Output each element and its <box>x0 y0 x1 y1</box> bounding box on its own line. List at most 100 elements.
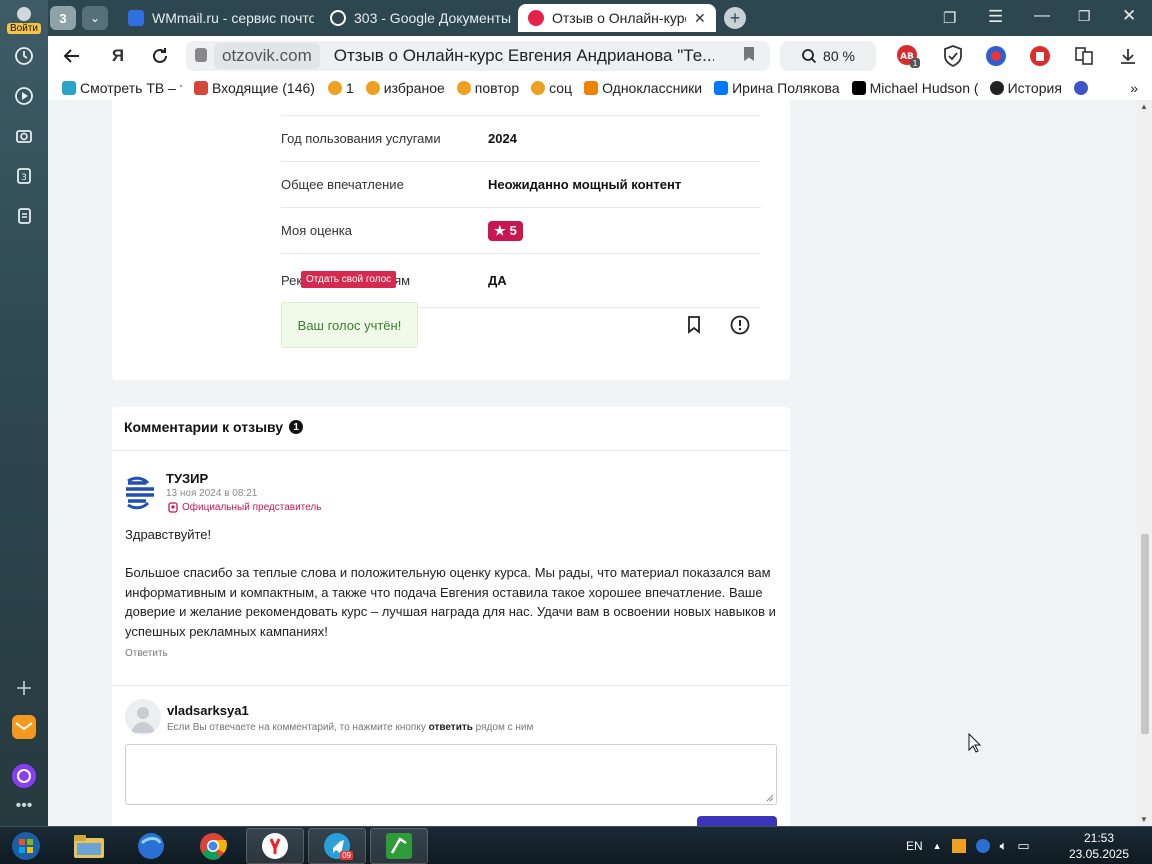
bookmark-item[interactable]: избраное <box>365 80 445 96</box>
bookmark-item[interactable]: 1 <box>328 80 354 96</box>
network-icon[interactable]: ▭ <box>1017 838 1029 854</box>
vpn-extension-icon[interactable] <box>984 44 1008 68</box>
chrome-icon[interactable] <box>184 828 242 864</box>
tab-wmmail[interactable]: WMmail.ru - сервис почто <box>118 4 314 32</box>
bookmarks-panel-icon[interactable]: ❐ <box>943 9 956 27</box>
folder-icon <box>531 81 546 95</box>
avatar[interactable] <box>124 475 160 511</box>
tab-bar: 3 ⌄ WMmail.ru - сервис почто 303 - Googl… <box>48 0 1152 36</box>
login-label: Войти <box>7 22 41 34</box>
scrollbar-thumb[interactable] <box>1141 534 1149 734</box>
comment-body: Большое спасибо за теплые слова и положи… <box>125 565 776 639</box>
adblock-extension-icon[interactable]: AB 1 <box>896 44 920 68</box>
hint-text-end: рядом с ним <box>472 722 534 733</box>
shield-icon[interactable] <box>941 44 965 68</box>
bookmark-item[interactable]: Ирина Полякова <box>714 80 840 96</box>
bookmark-item[interactable]: повтор <box>456 80 519 96</box>
bookmark-item[interactable]: Входящие (146) - <box>194 80 316 96</box>
notes-icon[interactable] <box>10 202 38 230</box>
telegram-icon[interactable]: 09 <box>308 828 366 864</box>
zoom-indicator[interactable]: 80 % <box>780 41 876 71</box>
mail-icon[interactable] <box>10 713 38 741</box>
bookmark-item[interactable]: Michael Hudson (@ <box>851 80 978 96</box>
yandex-browser-icon[interactable] <box>246 828 304 864</box>
internet-explorer-icon[interactable] <box>122 828 180 864</box>
bookmark-item[interactable]: соц <box>531 80 572 96</box>
hint-text: Если Вы отвечаете на комментарий, то наж… <box>167 722 429 733</box>
folder-icon <box>456 81 471 95</box>
bookmark-item[interactable]: Смотреть ТВ – те <box>62 80 182 96</box>
restore-icon[interactable]: ❐ <box>1078 8 1091 25</box>
scroll-up-icon[interactable]: ▲ <box>1140 102 1148 111</box>
close-tab-icon[interactable]: ✕ <box>694 10 706 27</box>
minimize-icon[interactable]: — <box>1034 7 1050 25</box>
tv-icon <box>62 81 76 95</box>
back-icon[interactable] <box>60 44 84 68</box>
resize-handle-icon[interactable] <box>766 794 774 802</box>
divider <box>112 685 790 686</box>
bookmark-label: Одноклассники <box>602 80 703 96</box>
chevron-down-icon[interactable]: ⌄ <box>82 6 108 30</box>
bookmark-icon[interactable] <box>684 315 704 335</box>
divider <box>112 450 790 451</box>
folder-icon <box>365 81 380 95</box>
scroll-down-icon[interactable]: ▼ <box>1140 815 1148 824</box>
extension-icon[interactable] <box>1073 81 1088 95</box>
more-icon[interactable]: ••• <box>10 792 38 820</box>
close-window-icon[interactable]: ✕ <box>1122 6 1136 26</box>
yandex-icon[interactable]: Я <box>106 44 130 68</box>
bookmark-label: Ирина Полякова <box>732 80 840 96</box>
comment-greeting: Здравствуйте! <box>125 527 212 542</box>
gmail-icon <box>194 81 208 95</box>
new-tab-icon[interactable]: + <box>724 7 746 29</box>
start-button[interactable] <box>0 828 52 864</box>
show-hidden-icons-icon[interactable]: ▲ <box>933 841 942 851</box>
comment-text: Здравствуйте! Большое спасибо за теплые … <box>125 525 781 641</box>
comment-textarea[interactable] <box>125 744 777 805</box>
document-icon <box>128 10 144 26</box>
comments-heading: Комментарии к отзыву 1 <box>124 419 304 435</box>
bookmark-item[interactable]: Одноклассники <box>584 80 702 96</box>
tray-vpn-icon[interactable] <box>975 839 990 853</box>
tab-google-docs[interactable]: 303 - Google Документы <box>320 4 512 32</box>
chevron-right-icon[interactable]: » <box>1130 80 1138 96</box>
reply-link[interactable]: Ответить <box>125 648 168 659</box>
report-icon[interactable] <box>730 315 750 335</box>
browser-side-panel: Войти 3 ••• <box>0 0 48 826</box>
comment-author[interactable]: ТУЗИР <box>166 471 208 486</box>
translate-icon[interactable] <box>1072 44 1096 68</box>
bookmark-item[interactable]: История <box>989 80 1062 96</box>
alice-icon[interactable] <box>10 762 38 790</box>
rating-value: 5 <box>509 223 517 238</box>
search-icon <box>802 49 817 64</box>
clock[interactable]: 21:53 23.05.2025 <box>1064 830 1134 862</box>
plus-icon[interactable] <box>10 674 38 702</box>
history-icon[interactable] <box>10 42 38 70</box>
tab-group-counter[interactable]: 3 <box>50 6 76 30</box>
volume-icon[interactable]: 🔈︎ <box>1000 838 1008 854</box>
submit-comment-button[interactable] <box>697 816 777 826</box>
menu-icon[interactable]: ☰ <box>988 7 1003 27</box>
tray-app-icon[interactable] <box>951 839 966 853</box>
address-bar[interactable]: otzovik.com Отзыв о Онлайн-курс Евгения … <box>186 41 770 71</box>
accounting-app-icon[interactable] <box>370 828 428 864</box>
download-icon[interactable] <box>1116 44 1140 68</box>
file-explorer-icon[interactable] <box>60 828 118 864</box>
input-language[interactable]: EN <box>906 839 923 853</box>
screenshot-icon[interactable] <box>10 122 38 150</box>
reload-icon[interactable] <box>148 44 172 68</box>
info-key: Год пользования услугами <box>281 131 441 146</box>
lock-icon <box>195 48 207 62</box>
bookmark-icon[interactable] <box>744 47 754 61</box>
page-scrollbar[interactable]: ▲ ▼ <box>1137 100 1152 826</box>
svg-text:1: 1 <box>912 59 917 68</box>
collections-icon[interactable]: 3 <box>10 162 38 190</box>
info-value: 2024 <box>488 131 517 146</box>
tab-otzovik[interactable]: Отзыв о Онлайн-курс Е ✕ <box>518 4 716 32</box>
login-button[interactable]: Войти <box>4 4 44 36</box>
trash-extension-icon[interactable] <box>1028 44 1052 68</box>
rating-badge: ★ 5 <box>488 220 523 241</box>
comment-form-username: vladsarksya1 <box>167 703 249 718</box>
info-key: Моя оценка <box>281 223 352 238</box>
play-icon[interactable] <box>10 82 38 110</box>
